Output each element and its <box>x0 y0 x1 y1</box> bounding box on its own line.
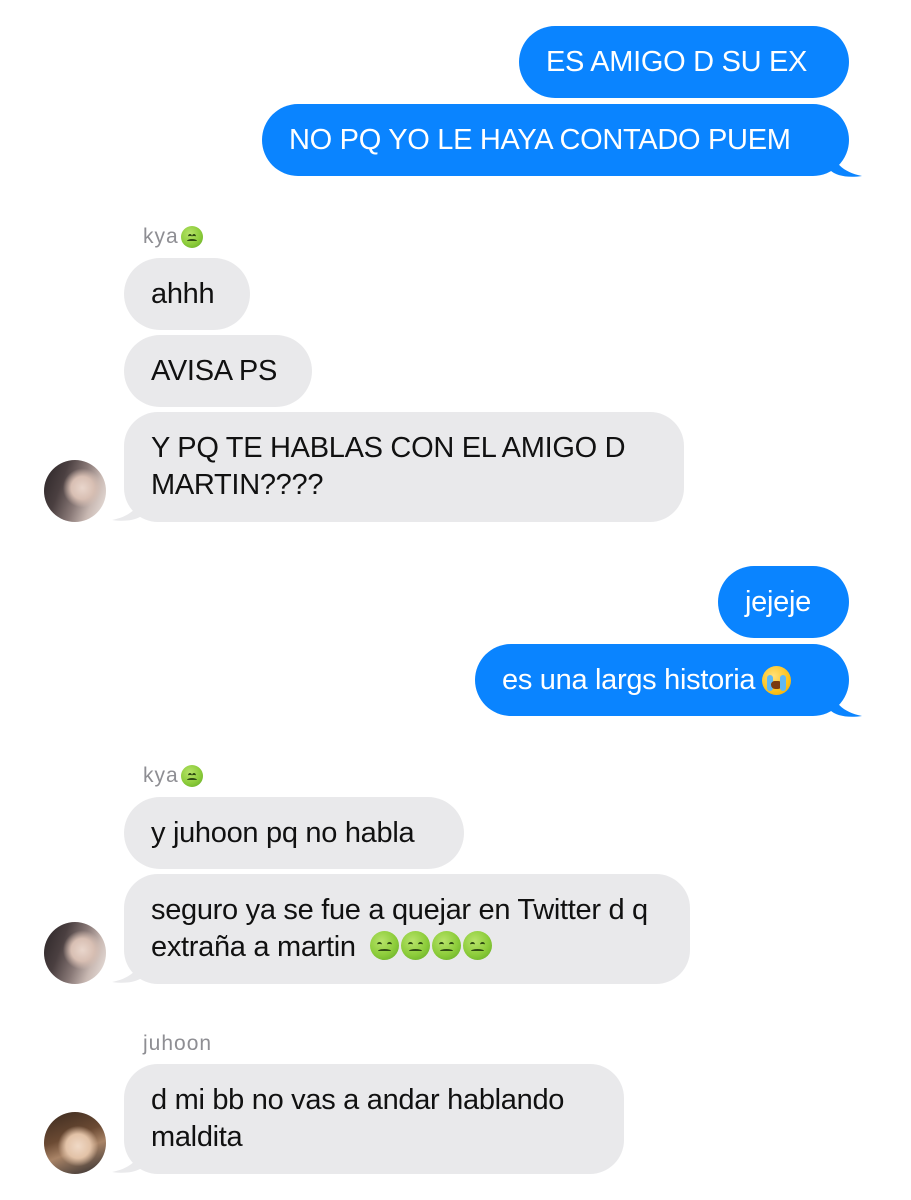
bubble-tail <box>112 954 144 983</box>
message-text: ahhh <box>151 277 215 310</box>
incoming-message[interactable]: ahhh <box>124 258 250 330</box>
message-text: jejeje <box>745 585 811 618</box>
incoming-message[interactable]: d mi bb no vas a andar hablando maldita <box>124 1064 624 1174</box>
avatar[interactable] <box>44 460 106 522</box>
loudly-crying-face-icon <box>762 665 792 695</box>
bubble-tail <box>112 492 144 521</box>
message-text: y juhoon pq no habla <box>151 816 415 849</box>
nauseated-face-icon <box>369 931 399 960</box>
nauseated-face-icon <box>462 931 492 960</box>
incoming-message[interactable]: seguro ya se fue a quejar en Twitter d q… <box>124 874 690 984</box>
nauseated-face-icon <box>431 931 461 960</box>
sender-name: kya <box>143 764 205 788</box>
outgoing-message[interactable]: jejeje <box>718 566 849 638</box>
sender-name: juhoon <box>143 1032 213 1055</box>
nauseated-face-icon <box>400 931 430 960</box>
message-text: seguro ya se fue a quejar en Twitter d q… <box>151 894 648 963</box>
message-text: AVISA PS <box>151 354 278 387</box>
message-text: ES AMIGO D SU EX <box>546 45 808 78</box>
outgoing-message[interactable]: NO PQ YO LE HAYA CONTADO PUEM <box>262 104 849 176</box>
outgoing-message[interactable]: es una largs historia <box>475 644 849 716</box>
incoming-message[interactable]: y juhoon pq no habla <box>124 797 464 869</box>
message-text: Y PQ TE HABLAS CON EL AMIGO D MARTIN???? <box>151 432 626 501</box>
outgoing-message[interactable]: ES AMIGO D SU EX <box>519 26 849 98</box>
bubble-tail <box>112 1144 144 1173</box>
bubble-tail <box>830 148 862 177</box>
incoming-message[interactable]: AVISA PS <box>124 335 312 407</box>
nauseated-face-icon <box>180 765 203 787</box>
bubble-tail <box>830 688 862 717</box>
message-text: NO PQ YO LE HAYA CONTADO PUEM <box>289 123 791 156</box>
avatar[interactable] <box>44 922 106 984</box>
message-text: es una largs historia <box>502 663 756 696</box>
incoming-message[interactable]: Y PQ TE HABLAS CON EL AMIGO D MARTIN???? <box>124 412 684 522</box>
sender-name: kya <box>143 225 205 249</box>
nauseated-face-icon <box>180 226 203 248</box>
message-text: d mi bb no vas a andar hablando maldita <box>151 1084 565 1153</box>
avatar[interactable] <box>44 1112 106 1174</box>
